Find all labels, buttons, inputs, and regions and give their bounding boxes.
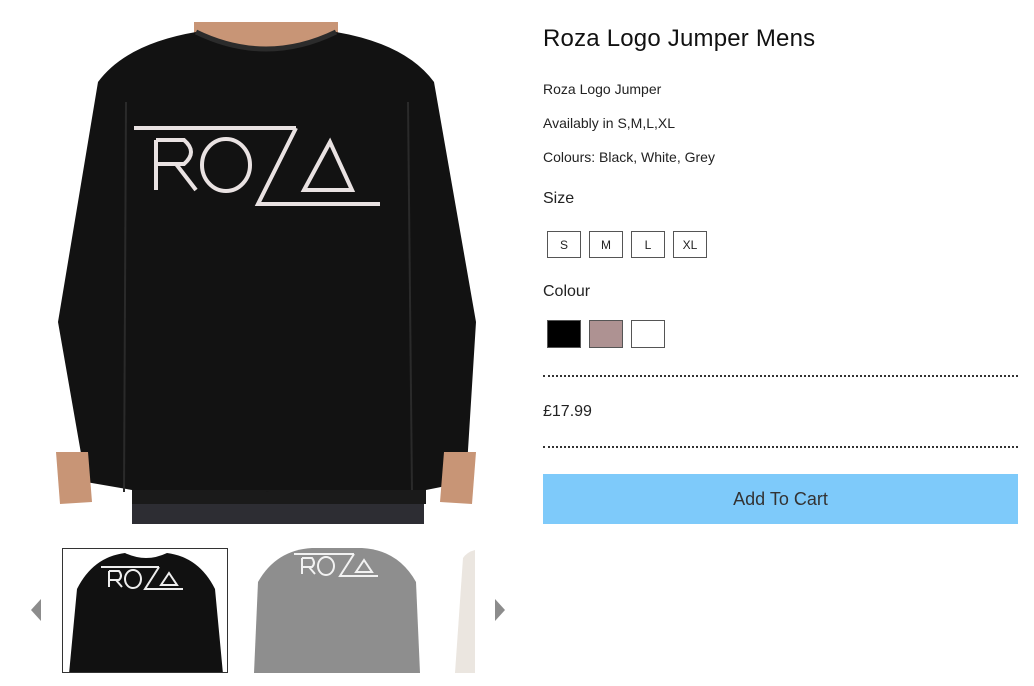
divider: [543, 375, 1018, 377]
description-line: Colours: Black, White, Grey: [543, 149, 715, 165]
size-option-s[interactable]: S: [547, 231, 581, 258]
size-label: Size: [543, 190, 575, 207]
carousel-next-button[interactable]: [493, 598, 507, 622]
size-option-l[interactable]: L: [631, 231, 665, 258]
thumbnail-strip: [62, 548, 475, 674]
thumbnail-grey[interactable]: [254, 548, 420, 673]
colour-swatch-black[interactable]: [547, 320, 581, 348]
caret-right-icon: [495, 599, 505, 621]
size-option-m[interactable]: M: [589, 231, 623, 258]
caret-left-icon: [31, 599, 41, 621]
divider: [543, 446, 1018, 448]
colour-swatch-grey[interactable]: [589, 320, 623, 348]
colour-label: Colour: [543, 283, 591, 300]
size-option-xl[interactable]: XL: [673, 231, 707, 258]
jumper-thumbnail-grey: [254, 548, 420, 673]
jumper-thumbnail-white: [445, 548, 475, 673]
add-to-cart-button[interactable]: Add To Cart: [543, 474, 1018, 524]
colour-selector: [547, 320, 665, 348]
price: £17.99: [543, 403, 592, 420]
jumper-illustration: ROZA: [46, 22, 486, 524]
main-product-image: ROZA: [46, 22, 486, 524]
product-title: Roza Logo Jumper Mens: [543, 25, 816, 52]
product-details: Roza Logo Jumper Mens Roza Logo Jumper A…: [543, 22, 1019, 524]
thumbnail-white[interactable]: [445, 548, 475, 673]
jumper-thumbnail-black: [63, 549, 227, 672]
description-line: Roza Logo Jumper: [543, 81, 662, 97]
carousel-prev-button[interactable]: [29, 598, 43, 622]
thumbnail-black[interactable]: [62, 548, 228, 673]
description-line: Availably in S,M,L,XL: [543, 115, 676, 131]
size-selector: S M L XL: [547, 231, 707, 258]
colour-swatch-white[interactable]: [631, 320, 665, 348]
